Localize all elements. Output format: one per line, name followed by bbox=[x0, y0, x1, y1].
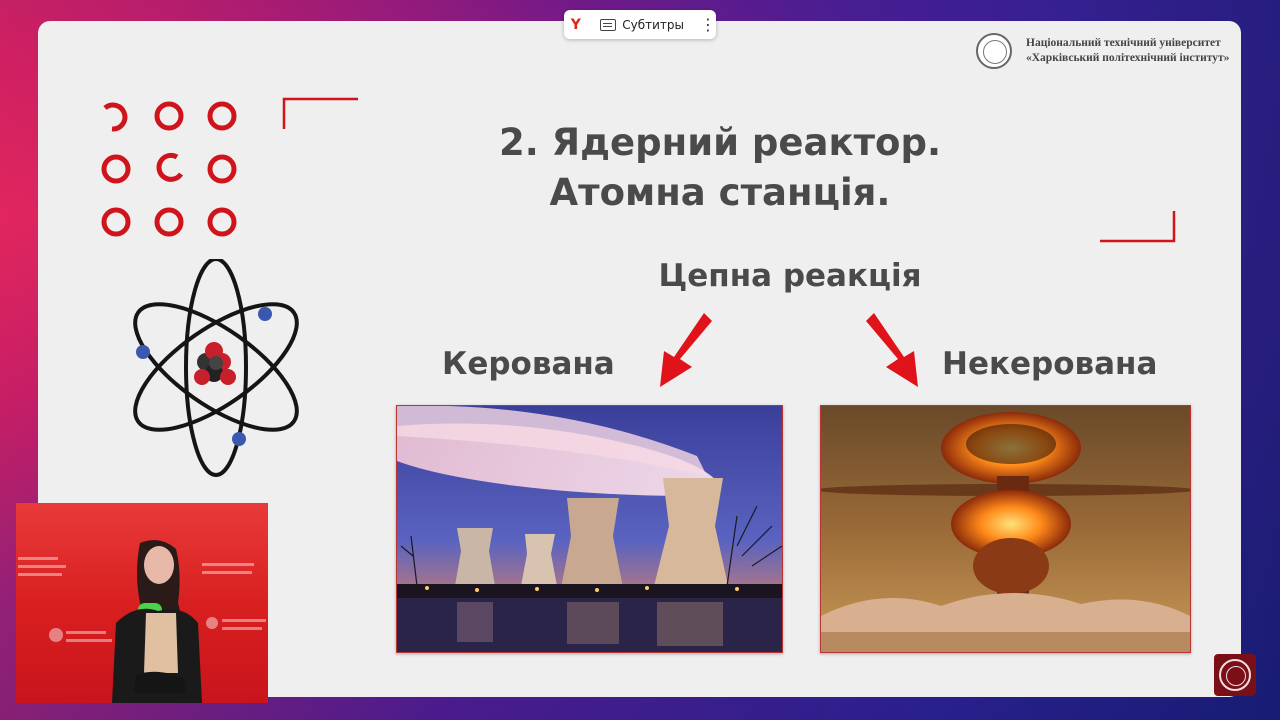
chain-reaction-heading: Цепна реакція bbox=[658, 258, 922, 294]
nuclear-power-plant-photo bbox=[396, 405, 783, 653]
controlled-label: Керована bbox=[442, 346, 615, 382]
atom-illustration bbox=[133, 259, 299, 477]
slide-title-line2: Атомна станція. bbox=[549, 171, 891, 214]
university-name-line1: Національний технічний університет bbox=[1026, 37, 1221, 49]
yandex-logo-icon: Y bbox=[570, 16, 581, 33]
university-header: Національний технічний університет «Харк… bbox=[976, 33, 1229, 69]
arrow-down-left-icon bbox=[660, 313, 712, 387]
university-corner-seal-icon bbox=[1219, 659, 1251, 691]
subtitles-icon[interactable] bbox=[599, 18, 617, 31]
arrow-down-right-icon bbox=[866, 313, 918, 387]
nuclear-explosion-photo bbox=[820, 405, 1191, 653]
university-name: Національний технічний університет «Харк… bbox=[1026, 36, 1229, 66]
decorative-rings bbox=[101, 101, 237, 237]
university-corner-logo-icon bbox=[1214, 654, 1256, 696]
presenter-webcam bbox=[16, 503, 268, 703]
subtitles-toolbar[interactable]: Y Субтитры ⋮ bbox=[564, 10, 716, 39]
slide-title-line1: 2. Ядерний реактор. bbox=[499, 121, 941, 164]
corner-bracket-top bbox=[282, 97, 358, 129]
university-name-line2: «Харківський політехнічний інститут» bbox=[1026, 52, 1230, 64]
more-vertical-icon[interactable]: ⋮ bbox=[700, 16, 716, 33]
uncontrolled-label: Некерована bbox=[942, 346, 1158, 382]
corner-bracket-bottom bbox=[1100, 211, 1176, 243]
slide-title: 2. Ядерний реактор. Атомна станція. bbox=[470, 118, 970, 218]
university-seal-icon bbox=[976, 33, 1012, 69]
subtitles-label[interactable]: Субтитры bbox=[622, 18, 684, 32]
